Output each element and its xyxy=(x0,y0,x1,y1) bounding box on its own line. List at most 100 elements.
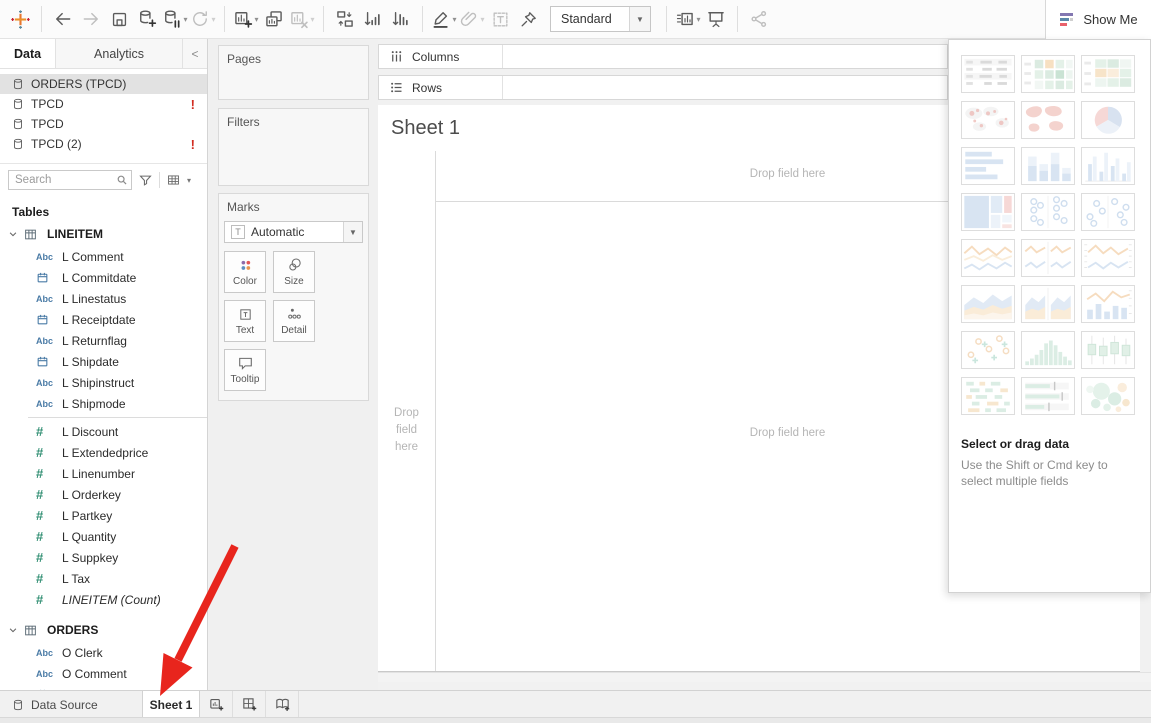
tab-analytics[interactable]: Analytics xyxy=(56,39,183,68)
new-worksheet-button[interactable] xyxy=(200,691,233,718)
toolbar-separator xyxy=(666,6,667,32)
columns-shelf[interactable]: Columns xyxy=(378,44,948,69)
highlight-pen-button[interactable]: ▾ xyxy=(431,5,457,33)
rows-shelf[interactable]: Rows xyxy=(378,75,948,100)
filter-icon[interactable] xyxy=(138,173,153,188)
drop-zone-rows[interactable]: Dropfieldhere xyxy=(378,405,435,456)
view-options-caret-icon[interactable]: ▾ xyxy=(187,176,191,185)
symbol-map-chart-thumbnail[interactable] xyxy=(961,101,1015,139)
field-item[interactable]: #L Tax xyxy=(0,568,207,589)
field-item[interactable]: AbcL Comment xyxy=(0,246,207,267)
new-dashboard-button[interactable] xyxy=(233,691,266,718)
database-icon xyxy=(12,137,24,151)
save-button[interactable] xyxy=(106,5,132,33)
new-worksheet-button[interactable]: ▾ xyxy=(233,5,259,33)
heat-map-chart-thumbnail[interactable] xyxy=(1081,55,1135,93)
new-data-source-button[interactable] xyxy=(134,5,160,33)
color-mark-button[interactable]: Color xyxy=(224,251,266,293)
dual-combination-chart-thumbnail[interactable] xyxy=(1081,285,1135,323)
data-source-tab[interactable]: Data Source xyxy=(0,691,142,718)
field-item[interactable]: #L Suppkey xyxy=(0,547,207,568)
field-item[interactable]: AbcO Clerk xyxy=(0,642,207,663)
side-by-side-bars-chart-thumbnail[interactable] xyxy=(1081,147,1135,185)
new-story-button[interactable] xyxy=(266,691,299,718)
horizontal-scrollbar[interactable] xyxy=(378,672,1151,682)
sort-ascending-button[interactable] xyxy=(360,5,386,33)
field-item[interactable]: AbcL Linestatus xyxy=(0,288,207,309)
show-me-button[interactable]: Show Me xyxy=(1045,0,1151,39)
run-update-caret-icon[interactable]: ▾ xyxy=(211,15,215,24)
show-mark-labels-button[interactable]: ▾ xyxy=(675,5,701,33)
text-table-chart-thumbnail[interactable] xyxy=(961,55,1015,93)
data-source-item[interactable]: TPCD xyxy=(0,114,207,134)
sheet-tab-active[interactable]: Sheet 1 xyxy=(142,691,200,718)
new-worksheet-caret-icon[interactable]: ▾ xyxy=(254,15,258,24)
detail-mark-button[interactable]: Detail xyxy=(273,300,315,342)
string-field-icon: Abc xyxy=(36,252,53,262)
view-options-icon[interactable] xyxy=(166,173,181,187)
size-mark-button[interactable]: Size xyxy=(273,251,315,293)
packed-bubbles-chart-thumbnail[interactable] xyxy=(1081,377,1135,415)
data-source-item[interactable]: TPCD! xyxy=(0,94,207,114)
field-item[interactable]: AbcO Comment xyxy=(0,663,207,684)
tooltip-icon xyxy=(237,356,254,371)
field-item[interactable]: AbcL Shipmode xyxy=(0,393,207,414)
field-item[interactable]: L Commitdate xyxy=(0,267,207,288)
field-item[interactable]: #L Discount xyxy=(0,421,207,442)
data-source-item[interactable]: TPCD (2)! xyxy=(0,134,207,154)
stacked-bars-chart-thumbnail[interactable] xyxy=(1021,147,1075,185)
fit-mode-select[interactable]: Standard▼ xyxy=(550,6,651,32)
sort-descending-button[interactable] xyxy=(388,5,414,33)
highlight-pen-caret-icon[interactable]: ▾ xyxy=(452,15,456,24)
histogram-chart-thumbnail[interactable] xyxy=(1021,331,1075,369)
duplicate-sheet-button[interactable] xyxy=(261,5,287,33)
filled-map-chart-thumbnail[interactable] xyxy=(1021,101,1075,139)
lines-discrete-chart-thumbnail[interactable] xyxy=(1021,239,1075,277)
clear-sheet-caret-icon[interactable]: ▾ xyxy=(310,15,314,24)
undo-arrow-button[interactable] xyxy=(50,5,76,33)
mark-type-dropdown[interactable]: T Automatic ▼ xyxy=(224,221,363,243)
dual-lines-chart-thumbnail[interactable] xyxy=(1081,239,1135,277)
circle-views-chart-thumbnail[interactable] xyxy=(1021,193,1075,231)
scatter-plot-chart-thumbnail[interactable] xyxy=(961,331,1015,369)
highlight-table-chart-thumbnail[interactable] xyxy=(1021,55,1075,93)
show-mark-labels-caret-icon[interactable]: ▾ xyxy=(696,15,700,24)
pause-auto-updates-caret-icon[interactable]: ▾ xyxy=(183,15,187,24)
treemap-chart-thumbnail[interactable] xyxy=(961,193,1015,231)
fix-axes-pin-button[interactable] xyxy=(515,5,541,33)
filters-shelf[interactable]: Filters xyxy=(218,108,369,186)
area-continuous-chart-thumbnail[interactable] xyxy=(961,285,1015,323)
presentation-mode-button[interactable] xyxy=(703,5,729,33)
field-item[interactable]: #L Partkey xyxy=(0,505,207,526)
field-item[interactable]: #L Extendedprice xyxy=(0,442,207,463)
field-item[interactable]: L Shipdate xyxy=(0,351,207,372)
tab-data[interactable]: Data xyxy=(0,39,56,68)
field-item[interactable]: AbcL Returnflag xyxy=(0,330,207,351)
tooltip-mark-button[interactable]: Tooltip xyxy=(224,349,266,391)
area-discrete-chart-thumbnail[interactable] xyxy=(1021,285,1075,323)
table-group-orders[interactable]: ORDERS xyxy=(0,618,207,642)
field-item[interactable]: L Receiptdate xyxy=(0,309,207,330)
field-item[interactable]: #LINEITEM (Count) xyxy=(0,589,207,610)
pause-auto-updates-button[interactable]: ▾ xyxy=(162,5,188,33)
field-item[interactable]: #L Quantity xyxy=(0,526,207,547)
field-item[interactable]: AbcL Shipinstruct xyxy=(0,372,207,393)
tableau-logo-button[interactable] xyxy=(7,5,33,33)
field-item[interactable]: #L Linenumber xyxy=(0,463,207,484)
box-and-whisker-chart-thumbnail[interactable] xyxy=(1081,331,1135,369)
swap-rows-columns-button[interactable] xyxy=(332,5,358,33)
pie-chart-chart-thumbnail[interactable] xyxy=(1081,101,1135,139)
text-mark-button[interactable]: Text xyxy=(224,300,266,342)
collapse-pane-icon[interactable]: < xyxy=(183,39,207,68)
pages-shelf[interactable]: Pages xyxy=(218,45,369,100)
side-by-side-circles-chart-thumbnail[interactable] xyxy=(1081,193,1135,231)
lines-continuous-chart-thumbnail[interactable] xyxy=(961,239,1015,277)
data-source-item[interactable]: ORDERS (TPCD) xyxy=(0,74,207,94)
gantt-chart-thumbnail[interactable] xyxy=(961,377,1015,415)
table-group-lineitem[interactable]: LINEITEM xyxy=(0,222,207,246)
bullet-graph-chart-thumbnail[interactable] xyxy=(1021,377,1075,415)
paperclip-caret-icon[interactable]: ▾ xyxy=(480,15,484,24)
search-input[interactable] xyxy=(8,170,132,190)
horizontal-bars-chart-thumbnail[interactable] xyxy=(961,147,1015,185)
field-item[interactable]: #L Orderkey xyxy=(0,484,207,505)
